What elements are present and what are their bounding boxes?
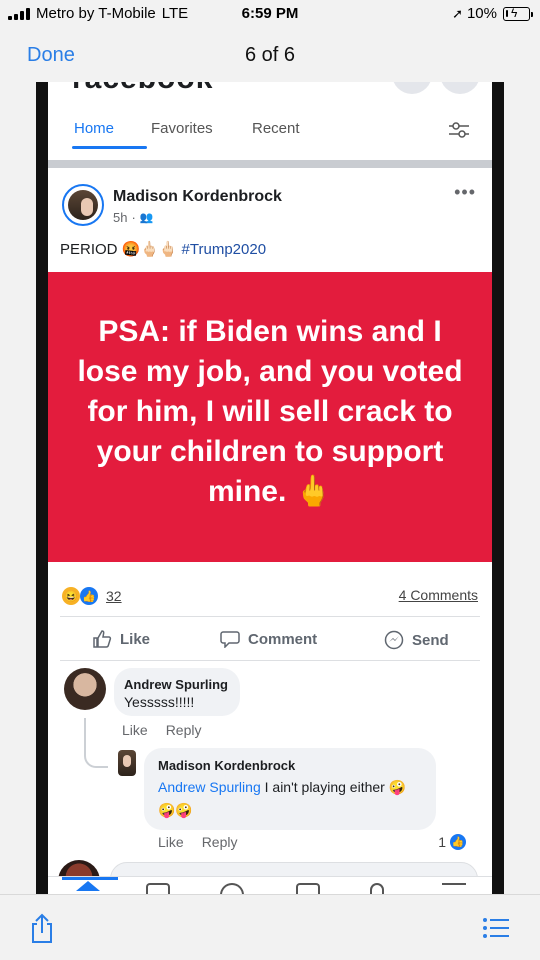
status-bar: Metro by T-Mobile LTE 6:59 PM ➚ 10% ϟ bbox=[0, 0, 540, 30]
send-label: Send bbox=[412, 631, 449, 649]
more-options-icon[interactable]: ••• bbox=[454, 182, 476, 203]
notifications-icon[interactable] bbox=[370, 883, 384, 894]
reply-thread-line bbox=[84, 718, 108, 768]
messenger-icon bbox=[440, 82, 480, 94]
battery-fill bbox=[506, 9, 508, 17]
friends-audience-icon: 👥 bbox=[139, 212, 154, 224]
reply-body: I ain't playing either 🤪 bbox=[264, 779, 407, 795]
like-button[interactable]: Like bbox=[92, 630, 150, 648]
tab-recent[interactable]: Recent bbox=[252, 120, 300, 137]
menu-icon[interactable] bbox=[442, 883, 466, 894]
filter-icon[interactable] bbox=[448, 121, 470, 139]
active-nav-indicator bbox=[62, 877, 118, 880]
comment-text: Yesssss!!!!! bbox=[124, 694, 195, 710]
send-button[interactable]: Send bbox=[384, 630, 449, 650]
marketplace-icon[interactable] bbox=[296, 883, 320, 894]
comment-reply-button[interactable]: Reply bbox=[166, 722, 202, 738]
post-image-text: PSA: if Biden wins and I lose my job, an… bbox=[77, 315, 463, 508]
status-right: ➚ 10% ϟ bbox=[452, 5, 533, 22]
post-author[interactable]: Madison Kordenbrock bbox=[113, 188, 282, 206]
post-meta: 5h · 👥 bbox=[113, 210, 154, 225]
reply-text: Andrew Spurling I ain't playing either 🤪 bbox=[158, 779, 406, 796]
reply-like-count[interactable]: 1 👍 bbox=[438, 834, 466, 850]
screenshot-image[interactable]: racebook Home Favorites Recent Madison K… bbox=[36, 82, 504, 894]
battery-percent: 10% bbox=[466, 5, 497, 22]
like-reaction-icon: 👍 bbox=[450, 834, 466, 850]
feed-divider bbox=[48, 160, 492, 168]
reply-author-avatar[interactable] bbox=[118, 750, 136, 776]
search-icon bbox=[392, 82, 432, 94]
author-avatar[interactable] bbox=[62, 184, 104, 226]
location-arrow-icon: ➚ bbox=[452, 5, 463, 21]
facebook-bottom-nav bbox=[48, 876, 492, 894]
comment-actions: Like Reply bbox=[122, 722, 201, 738]
haha-reaction-icon: 😆 bbox=[62, 587, 80, 605]
reply-emojis: 🤪🤪 bbox=[158, 802, 193, 818]
active-tab-indicator bbox=[72, 146, 147, 149]
mention-link[interactable]: Andrew Spurling bbox=[158, 779, 261, 795]
facebook-screen: racebook Home Favorites Recent Madison K… bbox=[48, 82, 492, 894]
reply-author[interactable]: Madison Kordenbrock bbox=[158, 758, 295, 773]
post-image[interactable]: PSA: if Biden wins and I lose my job, an… bbox=[48, 272, 492, 562]
hashtag-link[interactable]: #Trump2020 bbox=[182, 241, 267, 258]
comment-label: Comment bbox=[248, 630, 318, 648]
photo-counter: 6 of 6 bbox=[244, 44, 296, 66]
reply-actions: Like Reply bbox=[158, 834, 237, 850]
actions-divider-top bbox=[60, 616, 480, 617]
tab-favorites[interactable]: Favorites bbox=[151, 120, 213, 137]
post-text-prefix: PERIOD bbox=[60, 240, 118, 258]
reply-bubble: Madison Kordenbrock Andrew Spurling I ai… bbox=[144, 748, 436, 830]
facebook-logo: racebook bbox=[72, 82, 213, 96]
battery-icon: ϟ bbox=[503, 5, 533, 21]
post-text: PERIOD 🤬🖕🏻🖕🏻 #Trump2020 bbox=[60, 240, 267, 259]
feed-tabs: Home Favorites Recent bbox=[48, 110, 492, 150]
comment-like-button[interactable]: Like bbox=[122, 722, 148, 738]
post-time[interactable]: 5h bbox=[113, 210, 127, 225]
reaction-count[interactable]: 32 bbox=[106, 588, 122, 604]
like-reaction-icon: 👍 bbox=[80, 587, 98, 605]
list-icon[interactable] bbox=[482, 917, 510, 939]
reply-reply-button[interactable]: Reply bbox=[202, 834, 238, 850]
comment-icon bbox=[220, 631, 240, 648]
post-emojis: 🤬🖕🏻🖕🏻 bbox=[121, 241, 178, 258]
comments-count-link[interactable]: 4 Comments bbox=[399, 587, 478, 603]
like-label: Like bbox=[120, 630, 151, 648]
tab-home[interactable]: Home bbox=[74, 120, 114, 137]
thumbs-up-icon bbox=[93, 630, 112, 648]
charging-bolt-icon: ϟ bbox=[511, 5, 518, 20]
comment-button[interactable]: Comment bbox=[220, 630, 317, 648]
viewer-header: Done 6 of 6 bbox=[0, 30, 540, 82]
reaction-summary[interactable]: 😆 👍 32 bbox=[62, 587, 122, 605]
comment-author[interactable]: Andrew Spurling bbox=[124, 677, 228, 692]
reply-like-button[interactable]: Like bbox=[158, 834, 184, 850]
share-icon[interactable] bbox=[30, 913, 54, 943]
groups-icon[interactable] bbox=[220, 883, 244, 894]
comment-bubble: Andrew Spurling Yesssss!!!!! bbox=[114, 668, 240, 716]
actions-divider-bottom bbox=[60, 660, 480, 661]
messenger-send-icon bbox=[384, 630, 404, 650]
commenter-avatar[interactable] bbox=[64, 668, 106, 710]
watch-icon[interactable] bbox=[146, 883, 170, 894]
photo-viewer: Metro by T-Mobile LTE 6:59 PM ➚ 10% ϟ Do… bbox=[0, 0, 540, 960]
reply-like-number: 1 bbox=[438, 834, 446, 850]
home-icon[interactable] bbox=[76, 881, 100, 891]
viewer-toolbar bbox=[0, 894, 540, 960]
meta-separator: · bbox=[131, 210, 136, 225]
